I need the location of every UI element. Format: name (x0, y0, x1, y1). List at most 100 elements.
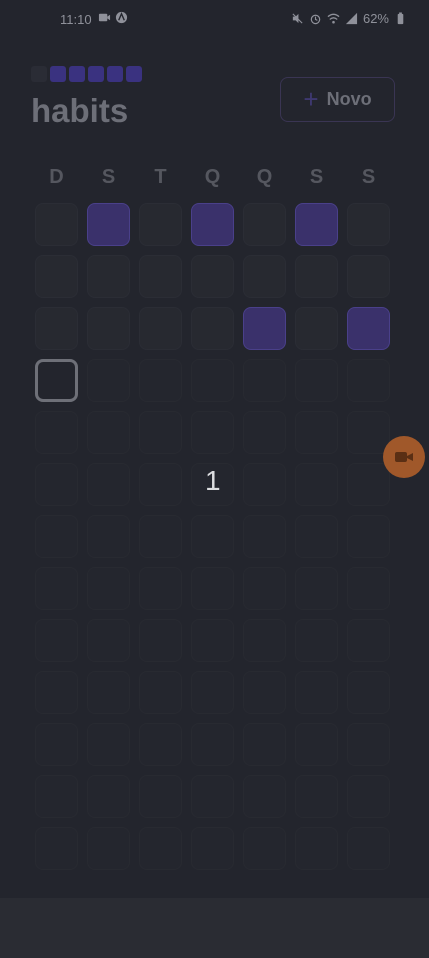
day-cell-future[interactable] (243, 567, 286, 610)
day-cell-future[interactable] (139, 463, 182, 506)
day-cell[interactable] (87, 255, 130, 298)
day-cell-future[interactable] (243, 463, 286, 506)
new-habit-button[interactable]: + Novo (280, 77, 395, 122)
day-cell[interactable] (139, 307, 182, 350)
day-cell-future[interactable] (139, 619, 182, 662)
day-cell-future[interactable] (243, 723, 286, 766)
day-cell-completed[interactable] (191, 203, 234, 246)
day-cell-future[interactable] (347, 619, 390, 662)
day-cell-future[interactable] (243, 515, 286, 558)
day-cell-future[interactable] (87, 359, 130, 402)
day-cell-completed[interactable] (87, 203, 130, 246)
day-cell-future[interactable] (87, 463, 130, 506)
day-cell-future[interactable] (295, 567, 338, 610)
day-cell-future[interactable] (139, 359, 182, 402)
day-cell-future[interactable] (87, 775, 130, 818)
day-cell-future[interactable] (35, 671, 78, 714)
day-cell-today[interactable] (35, 359, 78, 402)
day-cell-future[interactable] (87, 411, 130, 454)
day-cell[interactable] (139, 203, 182, 246)
week-day-label: S (361, 166, 376, 188)
day-cell-future[interactable] (139, 775, 182, 818)
day-cell-future[interactable] (139, 411, 182, 454)
day-cell-future[interactable] (295, 723, 338, 766)
day-cell-future[interactable] (191, 359, 234, 402)
day-cell-future[interactable] (35, 463, 78, 506)
day-cell-future[interactable] (347, 671, 390, 714)
day-cell-future[interactable] (295, 619, 338, 662)
day-cell-future[interactable] (35, 775, 78, 818)
day-cell[interactable] (347, 203, 390, 246)
day-cell[interactable] (295, 307, 338, 350)
day-cell[interactable] (139, 255, 182, 298)
day-cell-future[interactable] (347, 359, 390, 402)
day-cell-future[interactable] (139, 723, 182, 766)
day-cell-completed[interactable] (347, 307, 390, 350)
brand-logo (31, 66, 142, 82)
day-cell-future[interactable] (191, 411, 234, 454)
day-cell-future[interactable] (295, 515, 338, 558)
battery-percent: 62% (362, 11, 389, 26)
day-cell-future[interactable] (347, 567, 390, 610)
day-cell-future[interactable] (87, 515, 130, 558)
day-cell-future[interactable] (295, 671, 338, 714)
day-cell-future[interactable] (139, 671, 182, 714)
day-cell-future[interactable] (191, 775, 234, 818)
day-cell-future[interactable] (191, 619, 234, 662)
day-cell-future[interactable] (35, 723, 78, 766)
day-cell-future[interactable] (243, 411, 286, 454)
day-cell-future[interactable] (35, 515, 78, 558)
day-cell-future[interactable] (87, 567, 130, 610)
day-cell-future[interactable] (87, 619, 130, 662)
day-cell-future[interactable] (35, 567, 78, 610)
day-cell[interactable] (243, 203, 286, 246)
day-cell-future[interactable] (295, 411, 338, 454)
day-cell-future[interactable] (87, 827, 130, 870)
day-cell-future[interactable] (35, 619, 78, 662)
mute-icon (292, 13, 303, 24)
day-cell[interactable] (87, 307, 130, 350)
day-cell[interactable] (35, 203, 78, 246)
day-cell-future[interactable] (295, 827, 338, 870)
day-cell-future[interactable] (295, 463, 338, 506)
day-cell-future[interactable] (191, 827, 234, 870)
day-cell-future[interactable] (243, 359, 286, 402)
new-habit-label: Novo (326, 89, 372, 109)
day-cell[interactable] (191, 255, 234, 298)
day-cell-future[interactable] (243, 619, 286, 662)
week-day-label: Q (204, 166, 221, 188)
day-cell-future[interactable] (139, 515, 182, 558)
day-cell-future[interactable] (191, 671, 234, 714)
day-cell-future[interactable] (295, 359, 338, 402)
day-cell[interactable] (191, 307, 234, 350)
day-cell-future[interactable] (295, 775, 338, 818)
day-cell-future[interactable] (347, 775, 390, 818)
day-cell[interactable] (243, 255, 286, 298)
touch-count: 1 (205, 465, 221, 496)
day-cell-future[interactable] (347, 723, 390, 766)
day-cell[interactable] (295, 255, 338, 298)
day-cell[interactable] (35, 255, 78, 298)
day-cell-future[interactable] (87, 671, 130, 714)
day-cell-future[interactable] (243, 775, 286, 818)
day-cell-future[interactable] (35, 827, 78, 870)
day-cell-future[interactable] (347, 827, 390, 870)
day-cell-future[interactable] (347, 411, 390, 454)
day-cell-future[interactable] (191, 567, 234, 610)
day-cell-future[interactable] (191, 723, 234, 766)
day-cell-future[interactable] (347, 463, 390, 506)
screen-record-button[interactable] (383, 436, 425, 478)
day-cell-future[interactable] (191, 515, 234, 558)
day-cell-completed[interactable] (243, 307, 286, 350)
day-cell-future[interactable] (243, 827, 286, 870)
day-cell-future[interactable] (35, 411, 78, 454)
day-cell-future[interactable] (347, 515, 390, 558)
day-cell[interactable] (35, 307, 78, 350)
day-cell-future[interactable] (139, 827, 182, 870)
day-cell-completed[interactable] (295, 203, 338, 246)
day-cell-future[interactable] (87, 723, 130, 766)
day-cell-future[interactable] (243, 671, 286, 714)
day-cell-future[interactable] (139, 567, 182, 610)
day-cell[interactable] (347, 255, 390, 298)
week-day-headers: D S T Q Q S S (35, 166, 399, 189)
